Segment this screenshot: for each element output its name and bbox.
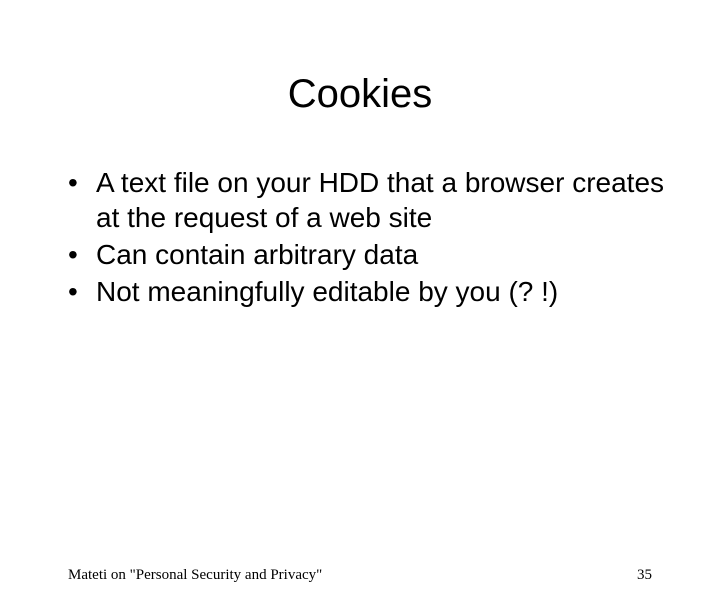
bullet-item: Can contain arbitrary data — [68, 237, 680, 272]
slide-title: Cookies — [0, 72, 720, 117]
bullet-list: A text file on your HDD that a browser c… — [68, 165, 680, 309]
slide-footer: Mateti on "Personal Security and Privacy… — [0, 567, 720, 584]
bullet-item: Not meaningfully editable by you (? !) — [68, 274, 680, 309]
bullet-item: A text file on your HDD that a browser c… — [68, 165, 680, 235]
footer-author-text: Mateti on "Personal Security and Privacy… — [68, 567, 322, 584]
page-number: 35 — [637, 567, 652, 584]
slide-container: Cookies A text file on your HDD that a b… — [0, 72, 720, 612]
slide-content: A text file on your HDD that a browser c… — [0, 165, 720, 309]
